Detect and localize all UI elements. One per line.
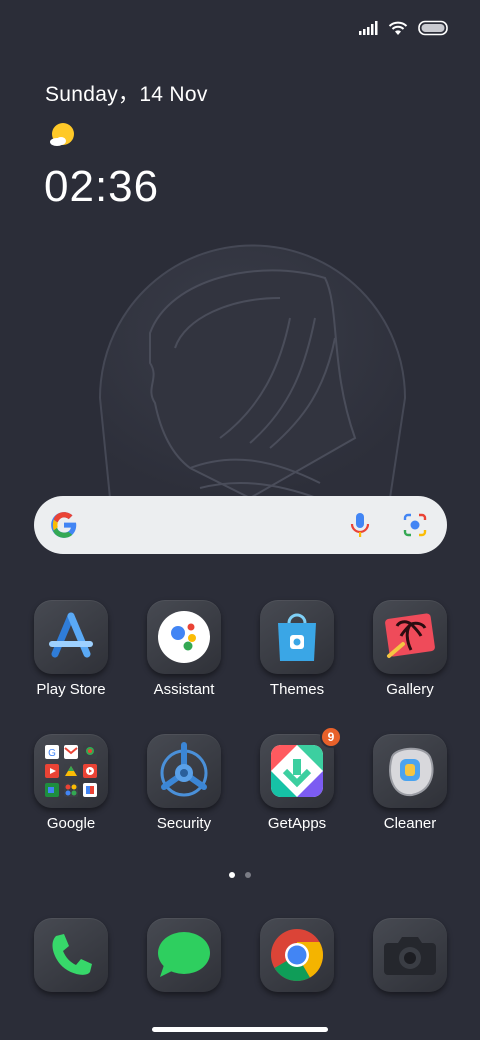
lens-icon[interactable] <box>401 512 429 538</box>
camera-tile <box>373 918 447 992</box>
signal-icon <box>359 21 378 35</box>
gallery-tile <box>373 600 447 674</box>
battery-icon <box>418 20 448 36</box>
google-search-bar[interactable] <box>34 496 447 554</box>
home-indicator[interactable] <box>152 1027 328 1032</box>
getapps-tile: 9 <box>260 726 342 808</box>
play-store-tile <box>34 600 108 674</box>
dock-phone[interactable] <box>16 918 126 992</box>
security-icon <box>160 742 208 797</box>
chrome-tile <box>260 918 334 992</box>
microphone-icon[interactable] <box>349 511 371 539</box>
assistant-tile <box>147 600 221 674</box>
notification-badge: 9 <box>320 726 342 748</box>
app-label: Gallery <box>386 681 434 698</box>
app-assistant[interactable]: Assistant <box>129 600 239 698</box>
app-label: Security <box>156 815 212 832</box>
chrome-icon <box>271 929 323 981</box>
date-label[interactable]: Sunday，14 Nov <box>45 78 208 108</box>
cleaner-icon <box>389 747 434 797</box>
page-dot-1[interactable] <box>229 872 235 878</box>
app-cleaner[interactable]: Cleaner <box>355 734 465 832</box>
app-play-store[interactable]: Play Store <box>16 600 126 698</box>
assistant-icon <box>158 611 210 663</box>
themes-icon <box>278 613 316 661</box>
app-themes[interactable]: Themes <box>242 600 352 698</box>
getapps-icon <box>271 745 323 797</box>
wallpaper-portrait-art <box>98 244 407 504</box>
clock-time[interactable]: 02:36 <box>44 162 159 212</box>
app-label: Google <box>46 815 96 832</box>
play-store-icon <box>49 612 93 658</box>
cleaner-tile <box>373 734 447 808</box>
app-label: Assistant <box>153 681 215 698</box>
gallery-icon <box>385 613 435 658</box>
dock-chrome[interactable] <box>242 918 352 992</box>
dock-messages[interactable] <box>129 918 239 992</box>
messages-tile <box>147 918 221 992</box>
page-indicator[interactable] <box>0 872 480 878</box>
messages-icon <box>158 932 210 977</box>
app-gallery[interactable]: Gallery <box>355 600 465 698</box>
status-bar <box>358 16 450 40</box>
themes-tile <box>260 600 334 674</box>
wifi-icon <box>388 21 408 35</box>
google-folder-tile: G <box>34 734 108 808</box>
dock-camera[interactable] <box>355 918 465 992</box>
security-tile <box>147 734 221 808</box>
app-security[interactable]: Security <box>129 734 239 832</box>
app-google-folder[interactable]: G Google <box>16 734 126 832</box>
google-folder-icon: G <box>45 745 97 797</box>
app-label: Play Store <box>36 681 106 698</box>
app-label: Cleaner <box>383 815 437 832</box>
camera-icon <box>384 937 436 975</box>
app-getapps[interactable]: 9 GetApps <box>242 726 352 832</box>
app-label: GetApps <box>267 815 327 832</box>
sun-cloud-icon[interactable] <box>48 122 76 150</box>
svg-text:G: G <box>48 748 56 759</box>
google-g-icon[interactable] <box>50 511 78 539</box>
page-dot-2[interactable] <box>245 872 251 878</box>
phone-tile <box>34 918 108 992</box>
app-label: Themes <box>269 681 325 698</box>
phone-icon <box>52 934 92 975</box>
